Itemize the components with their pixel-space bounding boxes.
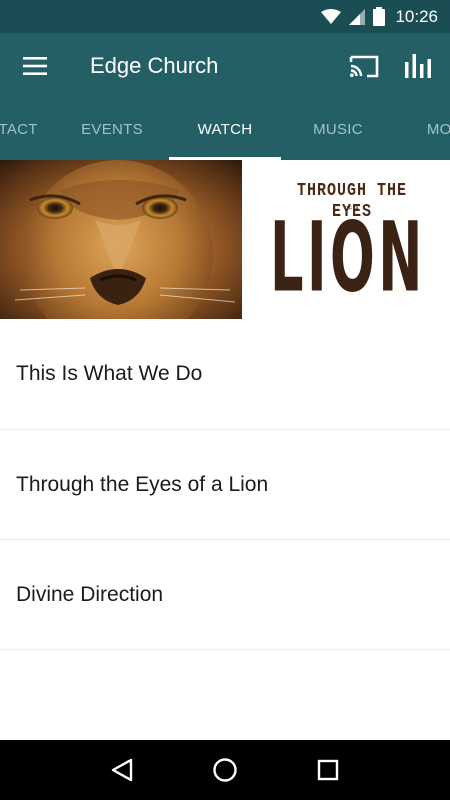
recents-icon	[318, 759, 339, 781]
status-icons	[321, 7, 386, 26]
app-actions	[346, 48, 450, 84]
home-button[interactable]	[205, 750, 245, 790]
recents-button[interactable]	[308, 750, 348, 790]
back-icon	[111, 758, 132, 782]
menu-button[interactable]	[0, 33, 70, 99]
cast-button[interactable]	[346, 48, 382, 84]
list-item[interactable]: Through the Eyes of a Lion	[0, 430, 450, 540]
list-item[interactable]: This Is What We Do	[0, 319, 450, 430]
app-title: Edge Church	[90, 53, 219, 78]
series-artwork: THROUGH THE EYES OF A LION	[242, 160, 450, 319]
equalizer-button[interactable]	[400, 48, 436, 84]
series-title: LION	[270, 200, 426, 314]
tab-more[interactable]: MORE	[394, 99, 450, 160]
tab-contact[interactable]: CONTACT	[0, 99, 57, 160]
status-bar: 10:26	[0, 0, 450, 33]
status-time: 10:26	[395, 6, 438, 26]
home-icon	[213, 758, 237, 782]
battery-icon	[373, 7, 386, 26]
tab-events[interactable]: EVENTS	[56, 99, 168, 160]
cast-icon	[349, 55, 379, 78]
tab-music[interactable]: MUSIC	[282, 99, 394, 160]
list-item-label: Divine Direction	[16, 582, 164, 606]
system-nav-bar	[0, 740, 450, 800]
wifi-icon	[321, 8, 342, 24]
video-list: This Is What We Do Through the Eyes of a…	[0, 319, 450, 650]
app-bar: Edge Church	[0, 33, 450, 99]
list-item[interactable]: Divine Direction	[0, 540, 450, 650]
hero-banner[interactable]: THROUGH THE EYES OF A LION	[0, 160, 450, 319]
menu-icon	[23, 57, 47, 75]
tab-watch[interactable]: WATCH	[169, 99, 281, 160]
back-button[interactable]	[102, 750, 142, 790]
tab-bar: CONTACT EVENTS WATCH MUSIC MORE	[0, 99, 450, 160]
list-item-label: Through the Eyes of a Lion	[16, 472, 269, 496]
equalizer-icon	[405, 54, 431, 78]
lion-face-image	[0, 160, 242, 319]
list-item-label: This Is What We Do	[16, 362, 203, 385]
cell-signal-icon	[349, 8, 366, 25]
